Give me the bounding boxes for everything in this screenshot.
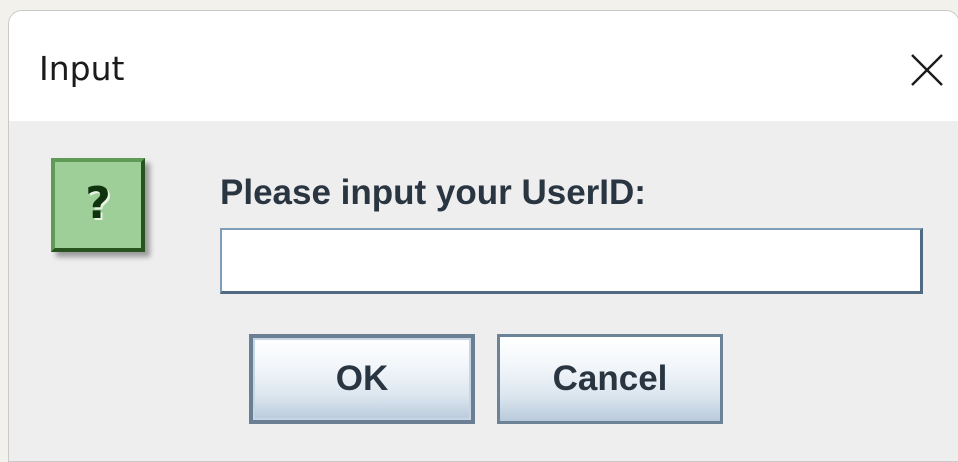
input-dialog: Input ? Please input your UserID: OK Can… bbox=[8, 10, 958, 462]
title-bar: Input bbox=[9, 11, 958, 121]
question-mark: ? bbox=[85, 178, 111, 229]
question-icon: ? bbox=[51, 158, 145, 252]
close-icon bbox=[911, 54, 943, 86]
ok-button[interactable]: OK bbox=[249, 334, 475, 424]
close-button[interactable] bbox=[849, 11, 958, 121]
userid-input[interactable] bbox=[220, 228, 923, 294]
cancel-button[interactable]: Cancel bbox=[497, 334, 723, 424]
prompt-message: Please input your UserID: bbox=[220, 173, 646, 212]
dialog-title: Input bbox=[39, 49, 125, 88]
